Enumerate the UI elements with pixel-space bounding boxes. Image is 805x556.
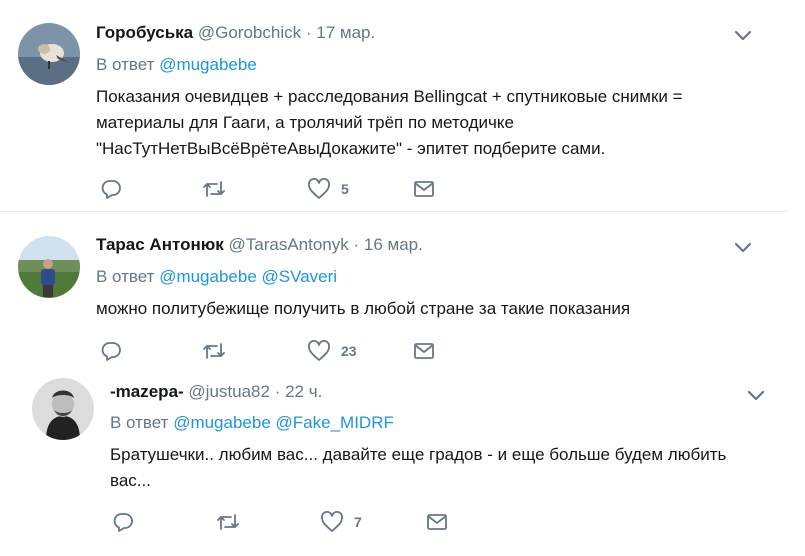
tweet-text-line: материалы для Гааги, а тролячий трёп по …	[96, 113, 514, 132]
user-name[interactable]: Горобуська	[96, 23, 193, 42]
mention-link[interactable]: @SVaveri	[262, 267, 338, 286]
like-count: 7	[354, 514, 362, 530]
tweet-card[interactable]: Горобуська @Gorobchick · 17 мар. В ответ…	[0, 0, 787, 210]
separator-dot: ·	[353, 235, 360, 254]
direct-message-button[interactable]	[413, 179, 435, 199]
mention-link[interactable]: @mugabebe	[173, 413, 271, 432]
user-handle[interactable]: @Gorobchick	[198, 23, 301, 42]
mention-link[interactable]: @mugabebe	[159, 55, 257, 74]
tweet-card[interactable]: -mazepa- @justua82 · 22 ч. В ответ @muga…	[0, 368, 787, 556]
envelope-icon	[414, 343, 434, 359]
direct-message-button[interactable]	[413, 341, 435, 361]
reply-prefix: В ответ	[110, 413, 169, 432]
timestamp[interactable]: 22 ч.	[285, 382, 322, 401]
timestamp[interactable]: 16 мар.	[364, 235, 423, 254]
reply-button[interactable]	[100, 178, 122, 200]
user-handle[interactable]: @justua82	[188, 382, 270, 401]
tweet-card[interactable]: Тарас Антонюк @TarasAntonyk · 16 мар. В …	[0, 212, 787, 368]
mention-link[interactable]: @Fake_MIDRF	[276, 413, 394, 432]
reply-prefix: В ответ	[96, 55, 155, 74]
envelope-icon	[414, 181, 434, 197]
chevron-down-icon[interactable]	[733, 28, 753, 42]
user-name[interactable]: Тарас Антонюк	[96, 235, 224, 254]
chevron-down-icon[interactable]	[733, 240, 753, 254]
heart-icon	[308, 178, 330, 199]
retweet-button[interactable]	[216, 511, 240, 533]
tweet-text: Братушечки.. любим вас... давайте еще гр…	[110, 442, 780, 494]
user-handle[interactable]: @TarasAntonyk	[229, 235, 349, 254]
reply-button[interactable]	[100, 340, 122, 362]
retweet-icon	[203, 343, 225, 359]
retweet-icon	[203, 181, 225, 197]
avatar[interactable]	[18, 236, 80, 298]
reply-icon	[101, 180, 121, 199]
reply-icon	[101, 342, 121, 361]
reply-icon	[113, 513, 133, 532]
tweet-text-line: вас...	[110, 471, 151, 490]
envelope-icon	[427, 514, 447, 530]
timestamp[interactable]: 17 мар.	[316, 23, 375, 42]
reply-button[interactable]	[112, 511, 134, 533]
user-name[interactable]: -mazepa-	[110, 382, 184, 401]
tweet-text-line: можно политубежище получить в любой стра…	[96, 299, 631, 318]
like-count: 5	[341, 181, 349, 197]
tweet-text-line: Показания очевидцев + расследования Bell…	[96, 87, 683, 106]
like-button[interactable]: 23	[307, 340, 357, 362]
retweet-button[interactable]	[202, 178, 226, 200]
avatar[interactable]	[18, 23, 80, 85]
reply-prefix: В ответ	[96, 267, 155, 286]
heart-icon	[308, 340, 330, 361]
tweet-text-line: Братушечки.. любим вас... давайте еще гр…	[110, 445, 727, 464]
tweet-text: Показания очевидцев + расследования Bell…	[96, 84, 776, 162]
separator-dot: ·	[274, 382, 281, 401]
like-button[interactable]: 5	[307, 178, 349, 200]
heart-icon	[321, 511, 343, 532]
like-button[interactable]: 7	[320, 511, 362, 533]
direct-message-button[interactable]	[426, 512, 448, 532]
chevron-down-icon[interactable]	[746, 388, 766, 402]
like-count: 23	[341, 343, 357, 359]
tweet-text-line: "НасТутНетВыВсёВрётеАвыДокажите" - эпите…	[96, 139, 606, 158]
avatar[interactable]	[32, 378, 94, 440]
retweet-icon	[217, 514, 239, 530]
mention-link[interactable]: @mugabebe	[159, 267, 257, 286]
tweet-text: можно политубежище получить в любой стра…	[96, 296, 776, 322]
separator-dot: ·	[305, 23, 312, 42]
retweet-button[interactable]	[202, 340, 226, 362]
